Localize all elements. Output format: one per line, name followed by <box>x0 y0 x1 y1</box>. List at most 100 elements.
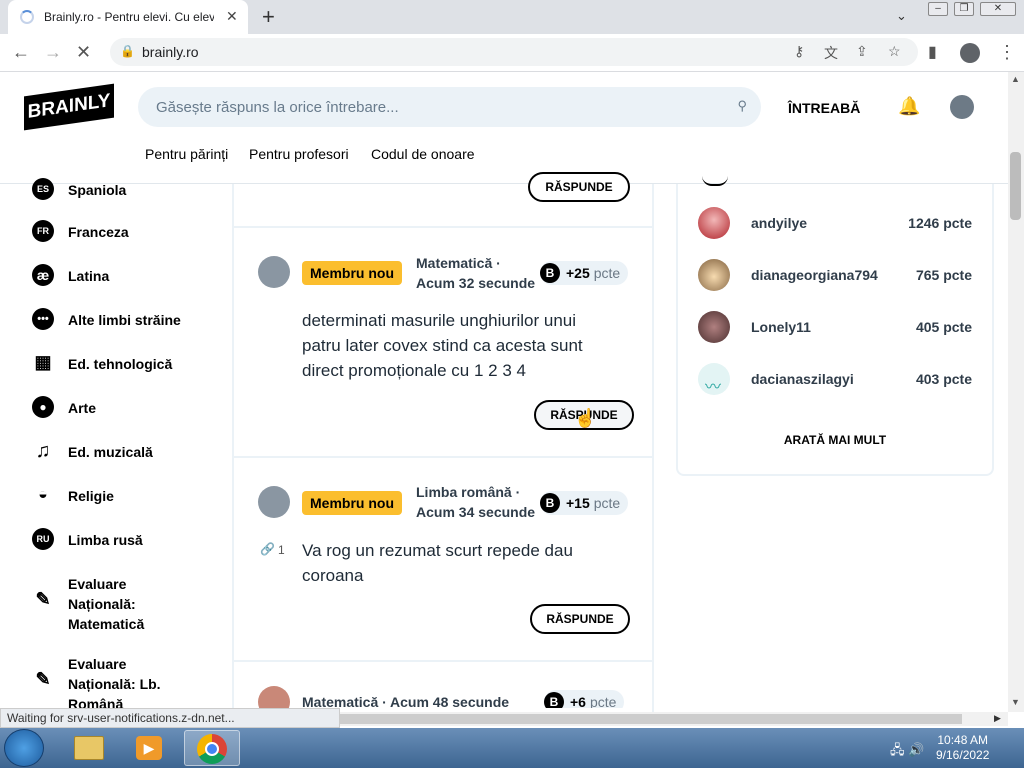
user-avatar[interactable] <box>698 207 730 239</box>
clock-time: 10:48 AM <box>937 733 989 747</box>
chrome-taskbar-icon[interactable] <box>184 730 240 766</box>
sidebar-item-ed-muzicala[interactable]: ♫ Ed. muzicală <box>32 440 222 462</box>
asker-avatar[interactable] <box>258 486 290 518</box>
search-icon[interactable]: ⚲ <box>737 98 747 114</box>
user-avatar[interactable] <box>698 259 730 291</box>
points-badge: B +25 pcte <box>540 261 629 285</box>
palette-icon: ● <box>32 396 54 418</box>
new-tab-button[interactable]: + <box>262 4 275 30</box>
tab-strip: Brainly.ro - Pentru elevi. Cu elevi. ✕ +… <box>0 0 1024 34</box>
limba-rusa-icon: RU <box>32 528 54 550</box>
sidebar-item-franceza[interactable]: FR Franceza <box>32 220 222 242</box>
question-text[interactable]: determinati masurile unghiurilor unui pa… <box>302 308 612 383</box>
lock-icon[interactable]: 🔒 <box>120 44 135 58</box>
media-player-taskbar-icon[interactable]: ▶ <box>122 730 178 766</box>
leaderboard-user[interactable]: 〰 dacianaszilagyi 403 pcte <box>698 363 978 397</box>
sidebar-item-label: Ed. muzicală <box>68 444 153 460</box>
question-subject[interactable]: Matematică · <box>416 253 501 273</box>
sidebar-item-label: Limba rusă <box>68 532 143 548</box>
maximize-button[interactable]: ❐ <box>954 2 974 16</box>
notification-bell-icon[interactable]: 🔔 <box>898 96 920 117</box>
question-subject[interactable]: Matematică · <box>302 692 387 708</box>
sidebar-item-evaluare-romana[interactable]: ✎ Evaluare Națională: Lb. Română <box>32 652 222 712</box>
key-icon[interactable]: ⚷ <box>794 43 804 60</box>
tab-close-icon[interactable]: ✕ <box>226 8 238 25</box>
new-member-badge: Membru nou <box>302 491 402 515</box>
leaderboard-user[interactable]: Lonely11 405 pcte <box>698 311 978 345</box>
back-arrow-icon[interactable]: ← <box>12 42 30 63</box>
user-avatar[interactable]: 〰 <box>698 363 730 396</box>
brainly-points-icon: B <box>540 493 560 513</box>
question-subject[interactable]: Limba română · <box>416 482 520 502</box>
sidebar-item-religie[interactable]: ◒ Religie <box>32 484 222 506</box>
asker-avatar[interactable] <box>258 686 290 708</box>
link-honor-code[interactable]: Codul de onoare <box>371 146 475 162</box>
sidebar-item-label: Arte <box>68 400 97 416</box>
start-button[interactable] <box>4 729 44 767</box>
answer-button[interactable]: RĂSPUNDE <box>528 172 630 202</box>
feed-divider <box>652 184 654 712</box>
pencil-icon: ✎ <box>32 668 54 690</box>
vertical-scroll-thumb[interactable] <box>1010 152 1021 220</box>
user-name[interactable]: andyilye <box>751 215 807 231</box>
new-member-badge: Membru nou <box>302 261 402 285</box>
user-points: 1246 pcte <box>908 215 972 231</box>
question-card: Membru nou Limba română · Acum 34 secund… <box>234 458 652 662</box>
play-icon: ▶ <box>136 736 162 760</box>
scroll-up-arrow-icon[interactable]: ▲ <box>1011 74 1020 84</box>
sidebar-item-ed-tehnologica[interactable]: ▦ Ed. tehnologică <box>32 352 222 374</box>
asker-avatar[interactable] <box>258 256 290 288</box>
sidebar-item-label: Spaniola <box>68 182 127 198</box>
user-avatar[interactable] <box>698 311 730 343</box>
menu-kebab-icon[interactable]: ⋮ <box>998 42 1016 63</box>
scroll-right-arrow-icon[interactable]: ▶ <box>994 713 1001 724</box>
search-input[interactable]: Găsește răspuns la orice întrebare... ⚲ <box>138 87 761 127</box>
link-teachers[interactable]: Pentru profesori <box>249 146 349 162</box>
translate-icon[interactable]: 文 <box>824 43 838 63</box>
link-parents[interactable]: Pentru părinți <box>145 146 228 162</box>
folder-icon <box>74 736 104 760</box>
stop-loading-icon[interactable]: ✕ <box>76 42 91 63</box>
question-text[interactable]: Va rog un rezumat scurt repede dau coroa… <box>302 538 612 588</box>
minimize-button[interactable]: – <box>928 2 948 16</box>
sidebar-item-spaniola[interactable]: ES Spaniola <box>32 178 222 200</box>
sidebar-item-arte[interactable]: ● Arte <box>32 396 222 418</box>
user-avatar[interactable] <box>950 95 974 119</box>
sidebar-item-label: Ed. tehnologică <box>68 356 173 372</box>
sidebar-item-latina[interactable]: æ Latina <box>32 264 222 286</box>
side-panel-icon[interactable]: ▮ <box>928 42 937 62</box>
bookmark-star-icon[interactable]: ☆ <box>888 43 901 60</box>
address-bar[interactable]: 🔒 brainly.ro ⚷ 文 ⇪ ☆ <box>110 38 918 66</box>
url-text[interactable]: brainly.ro <box>142 44 199 60</box>
answer-button[interactable]: RĂSPUNDE <box>530 604 630 634</box>
profile-avatar-icon[interactable] <box>960 43 980 63</box>
tab-search-chevron-icon[interactable]: ⌄ <box>896 8 907 24</box>
sidebar-item-alte-limbi[interactable]: ••• Alte limbi străine <box>32 308 222 330</box>
sidebar-item-limba-rusa[interactable]: RU Limba rusă <box>32 528 222 550</box>
browser-tab[interactable]: Brainly.ro - Pentru elevi. Cu elevi. ✕ <box>8 0 248 34</box>
scroll-down-arrow-icon[interactable]: ▼ <box>1011 697 1020 707</box>
speech-bubble-icon: ••• <box>32 308 54 330</box>
user-name[interactable]: Lonely11 <box>751 319 811 335</box>
points-unit: pcte <box>589 694 617 708</box>
user-name[interactable]: dianageorgiana794 <box>751 267 878 283</box>
sidebar-item-label: Alte limbi străine <box>68 312 181 328</box>
sidebar-item-evaluare-matematica[interactable]: ✎ Evaluare Națională: Matematică <box>32 572 222 632</box>
explorer-taskbar-icon[interactable] <box>62 730 118 766</box>
system-tray-icons[interactable]: 🖧 🔊 <box>890 741 924 763</box>
share-icon[interactable]: ⇪ <box>856 43 868 60</box>
browser-toolbar: ← → ✕ 🔒 brainly.ro ⚷ 文 ⇪ ☆ ▮ ⋮ <box>0 34 1024 72</box>
sidebar-item-label: Latina <box>68 268 110 284</box>
leaderboard-user[interactable]: andyilye 1246 pcte <box>698 207 978 241</box>
question-time: Acum 48 secunde <box>390 694 510 708</box>
brainly-logo[interactable]: BRAINLY <box>24 83 114 131</box>
forward-arrow-icon[interactable]: → <box>44 42 62 63</box>
leaderboard-user[interactable]: dianageorgiana794 765 pcte <box>698 259 978 293</box>
sidebar-item-label: Religie <box>68 488 114 504</box>
close-window-button[interactable]: ✕ <box>980 2 1016 16</box>
user-name[interactable]: dacianaszilagyi <box>751 371 854 387</box>
ask-button[interactable]: ÎNTREABĂ <box>788 100 860 116</box>
show-more-button[interactable]: ARATĂ MAI MULT <box>676 433 994 447</box>
taskbar-clock[interactable]: 10:48 AM 9/16/2022 <box>936 733 989 763</box>
horizontal-scroll-thumb[interactable] <box>340 714 962 724</box>
